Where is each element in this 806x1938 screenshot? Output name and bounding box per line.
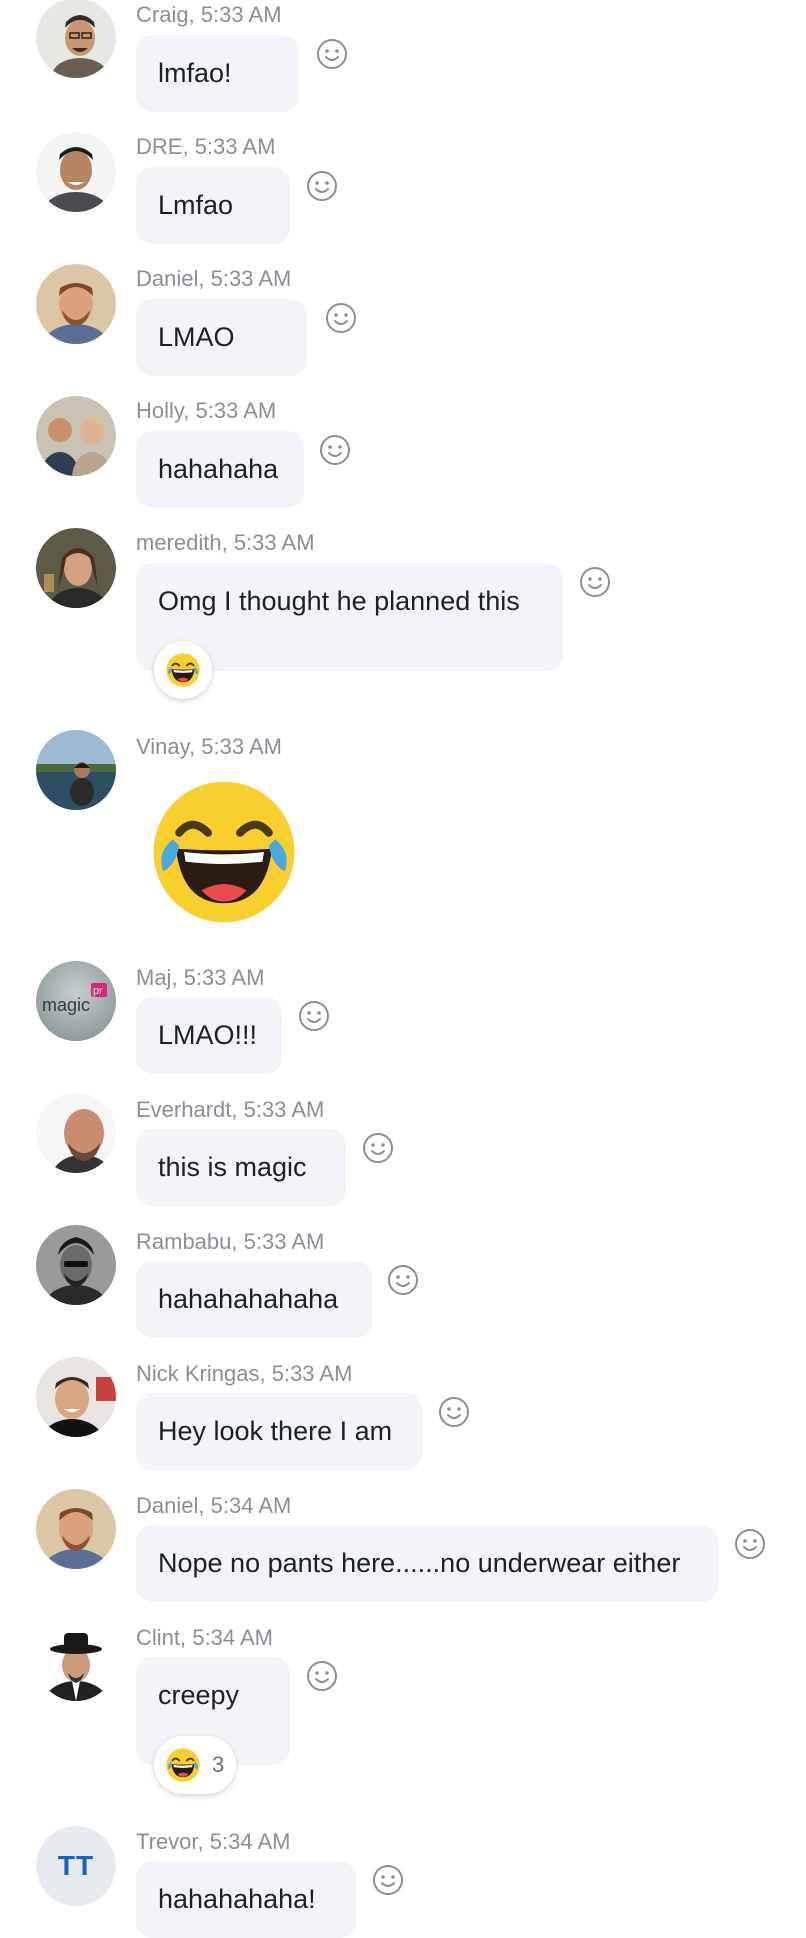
smiley-outline-icon[interactable] [305, 1659, 339, 1693]
message-meta: Nick Kringas, 5:33 AM [136, 1361, 353, 1386]
timestamp: 5:33 AM [200, 2, 282, 27]
message-meta: Everhardt, 5:33 AM [136, 1097, 325, 1122]
smiley-outline-icon[interactable] [578, 565, 612, 599]
author-name: Holly [136, 398, 184, 423]
message-bubble[interactable]: Hey look there I am [136, 1393, 422, 1470]
timestamp: 5:33 AM [243, 1229, 325, 1254]
timestamp: 5:34 AM [192, 1625, 273, 1650]
avatar-vinay[interactable] [36, 730, 116, 810]
laughing-tears-emoji [164, 1746, 202, 1784]
avatar-meredith[interactable] [36, 528, 116, 608]
message-bubble[interactable]: lmfao! [136, 35, 299, 112]
message-text: Nope no pants here......no underwear eit… [158, 1548, 681, 1578]
reaction-pill[interactable] [154, 641, 212, 699]
message-meta: meredith, 5:33 AM [136, 530, 315, 555]
laughing-tears-emoji[interactable] [144, 772, 304, 932]
avatar-dre[interactable] [36, 132, 116, 212]
timestamp: 5:33 AM [210, 266, 292, 291]
avatar-craig[interactable] [36, 0, 116, 78]
message-text: hahahahaha! [158, 1884, 316, 1914]
message-meta: Daniel, 5:33 AM [136, 266, 292, 291]
message-bubble[interactable]: hahahaha [136, 431, 304, 508]
avatar-holly[interactable] [36, 396, 116, 476]
smiley-outline-icon[interactable] [315, 37, 349, 71]
avatar-maj[interactable]: magic pr [36, 961, 116, 1041]
smiley-outline-icon[interactable] [324, 301, 358, 335]
message-bubble[interactable]: LMAO [136, 299, 307, 376]
author-name: Daniel [136, 266, 199, 291]
message-meta: Clint, 5:34 AM [136, 1625, 273, 1650]
timestamp: 5:33 AM [183, 965, 265, 990]
smiley-outline-icon[interactable] [386, 1263, 420, 1297]
message-meta: Rambabu, 5:33 AM [136, 1229, 325, 1254]
message-text: LMAO [158, 322, 235, 352]
message-text: hahahaha [158, 454, 279, 484]
timestamp: 5:33 AM [233, 530, 315, 555]
message-bubble[interactable]: this is magic [136, 1129, 346, 1206]
author-name: Maj [136, 965, 172, 990]
author-name: Trevor [136, 1829, 198, 1854]
message-meta: DRE, 5:33 AM [136, 134, 276, 159]
author-name: Everhardt [136, 1097, 232, 1122]
message-text: Lmfao [158, 190, 234, 220]
timestamp: 5:34 AM [210, 1493, 292, 1518]
author-name: Craig [136, 2, 189, 27]
message-bubble[interactable]: hahahahaha! [136, 1861, 356, 1938]
avatar-initials: TT [36, 1826, 116, 1906]
smiley-outline-icon[interactable] [297, 999, 331, 1033]
timestamp: 5:33 AM [195, 398, 277, 423]
smiley-outline-icon[interactable] [318, 433, 352, 467]
message-text: creepy [158, 1680, 240, 1710]
message-text: Hey look there I am [158, 1416, 393, 1446]
message-meta: Vinay, 5:33 AM [136, 734, 282, 759]
author-name: DRE [136, 134, 183, 159]
avatar-everhardt[interactable] [36, 1093, 116, 1173]
message-meta: Maj, 5:33 AM [136, 965, 265, 990]
message-meta: Trevor, 5:34 AM [136, 1829, 291, 1854]
message-text: Omg I thought he planned this [158, 586, 520, 616]
timestamp: 5:33 AM [271, 1361, 353, 1386]
message-meta: Daniel, 5:34 AM [136, 1493, 292, 1518]
message-bubble[interactable]: Lmfao [136, 167, 290, 244]
smiley-outline-icon[interactable] [733, 1527, 767, 1561]
author-name: meredith [136, 530, 222, 555]
author-name: Daniel [136, 1493, 199, 1518]
avatar-clint[interactable] [36, 1621, 116, 1701]
message-meta: Craig, 5:33 AM [136, 2, 282, 27]
message-text: hahahahahaha [158, 1284, 339, 1314]
smiley-outline-icon[interactable] [437, 1395, 471, 1429]
reaction-pill[interactable]: 3 [154, 1736, 237, 1794]
avatar-daniel[interactable] [36, 1489, 116, 1569]
avatar-daniel[interactable] [36, 264, 116, 344]
timestamp: 5:33 AM [194, 134, 276, 159]
smiley-outline-icon[interactable] [371, 1863, 405, 1897]
message-bubble[interactable]: LMAO!!! [136, 997, 282, 1074]
avatar-nick-kringas[interactable] [36, 1357, 116, 1437]
avatar-rambabu[interactable] [36, 1225, 116, 1305]
author-name: Vinay [136, 734, 190, 759]
smiley-outline-icon[interactable] [361, 1131, 395, 1165]
laughing-tears-emoji [164, 651, 202, 689]
timestamp: 5:33 AM [201, 734, 282, 759]
author-name: Clint [136, 1625, 181, 1650]
message-text: lmfao! [158, 58, 232, 88]
message-text: LMAO!!! [158, 1020, 258, 1050]
timestamp: 5:33 AM [243, 1097, 325, 1122]
svg-text:magic: magic [42, 995, 90, 1015]
author-name: Nick Kringas [136, 1361, 260, 1386]
message-bubble[interactable]: hahahahahaha [136, 1261, 372, 1338]
timestamp: 5:34 AM [209, 1829, 291, 1854]
reaction-count: 3 [212, 1752, 225, 1777]
smiley-outline-icon[interactable] [305, 169, 339, 203]
avatar-trevor[interactable]: TT [36, 1826, 116, 1906]
author-name: Rambabu [136, 1229, 232, 1254]
message-bubble[interactable]: Nope no pants here......no underwear eit… [136, 1525, 718, 1602]
message-meta: Holly, 5:33 AM [136, 398, 277, 423]
svg-text:pr: pr [93, 985, 103, 997]
message-text: this is magic [158, 1152, 307, 1182]
